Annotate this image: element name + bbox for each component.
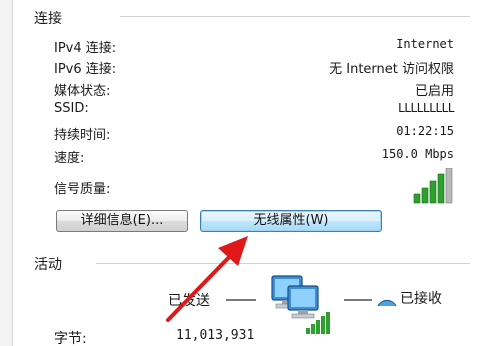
- sent-connector-line: [226, 299, 256, 301]
- speed-value: 150.0 Mbps: [381, 147, 454, 161]
- details-button[interactable]: 详细信息(E)...: [56, 210, 188, 232]
- ipv4-value: Internet: [396, 37, 454, 51]
- speed-label: 速度:: [54, 151, 85, 166]
- ssid-value: LLLLLLLLL: [397, 101, 455, 115]
- received-connector-line: [344, 299, 372, 301]
- activity-divider: [96, 263, 470, 264]
- signal-bar-2: [421, 187, 429, 204]
- received-label: 已接收: [400, 291, 442, 307]
- window-left-edge: [0, 0, 13, 346]
- ipv6-label: IPv6 连接:: [54, 62, 117, 77]
- activity-group-title: 活动: [34, 257, 62, 273]
- globe-icon: [377, 299, 397, 307]
- ipv6-value: 无 Internet 访问权限: [329, 62, 454, 77]
- network-computers-icon: [271, 275, 330, 334]
- arrow-head: [218, 236, 248, 266]
- duration-label: 持续时间:: [54, 128, 111, 143]
- duration-value: 01:22:15: [396, 124, 454, 138]
- sent-label: 已发送: [168, 293, 210, 309]
- wireless-status-dialog: 连接 IPv4 连接: Internet IPv6 连接: 无 Internet…: [0, 0, 489, 346]
- group-top-divider: [120, 16, 470, 17]
- signal-quality-label: 信号质量:: [54, 182, 111, 197]
- wireless-properties-button[interactable]: 无线属性(W): [200, 210, 382, 232]
- signal-bar-5: [445, 168, 453, 204]
- signal-bar-4: [437, 173, 445, 204]
- wifi-signal-bars-icon: [413, 168, 453, 204]
- window-right-edge: [470, 0, 489, 346]
- media-state-value: 已启用: [414, 84, 454, 99]
- media-state-label: 媒体状态:: [54, 84, 111, 99]
- bytes-label: 字节:: [54, 331, 87, 346]
- ssid-label: SSID:: [54, 101, 89, 116]
- bytes-sent-value: 11,013,931: [176, 328, 255, 343]
- signal-bar-3: [429, 180, 437, 204]
- connection-group-title: 连接: [34, 11, 62, 27]
- signal-bar-1: [413, 193, 421, 204]
- ipv4-label: IPv4 连接:: [54, 41, 117, 56]
